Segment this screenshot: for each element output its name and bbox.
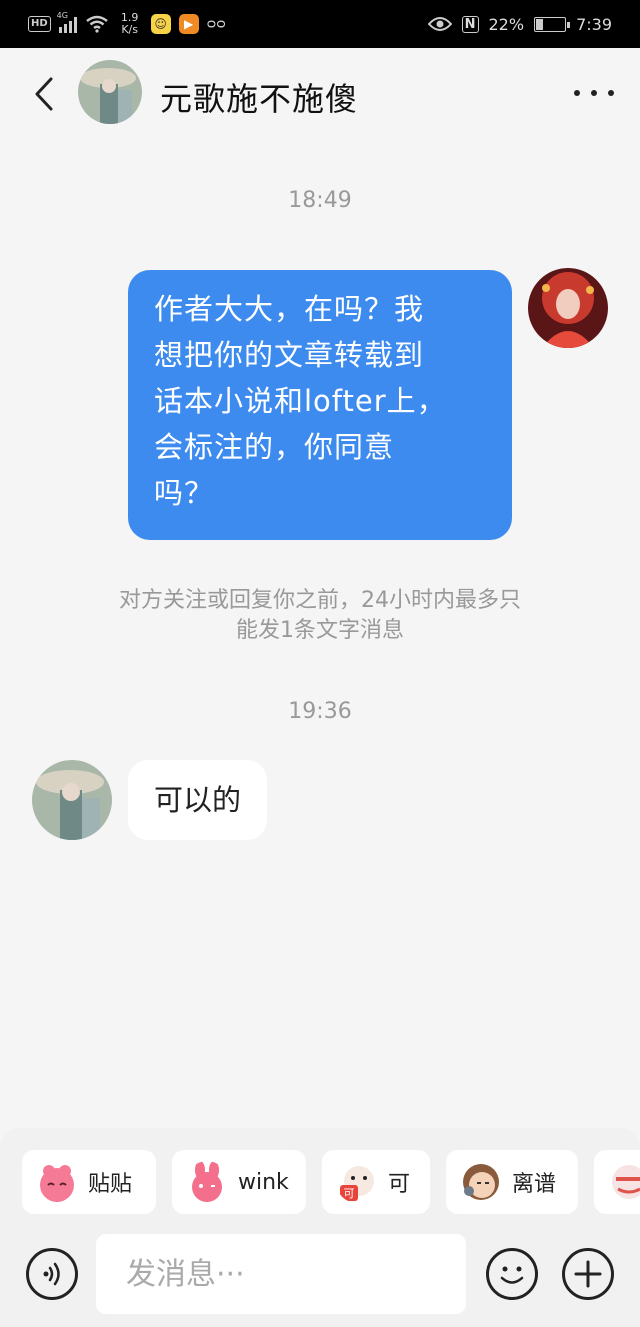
sticker-suggestions: 贴贴 wink 可 可 离谱 [22,1150,640,1216]
sticker-label: 离谱 [512,1172,557,1197]
back-button[interactable] [26,72,62,116]
svg-text:可: 可 [344,1187,355,1200]
message-line: 话本小说和lofter上， [154,384,447,418]
nfc-icon: N [461,15,479,33]
sticker-chip[interactable] [594,1150,640,1214]
dot [591,90,597,96]
red-bear-sticker-icon: 可 [340,1166,374,1201]
battery-icon [534,16,571,32]
sticker-chip[interactable]: wink [172,1150,306,1214]
chevron-left-icon [35,77,53,111]
emoji-button[interactable] [486,1248,538,1300]
system-notice-line: 对方关注或回复你之前，24小时内最多只 [119,588,521,613]
wifi-icon [85,15,108,33]
system-notice-line: 能发1条文字消息 [236,618,404,643]
app-notification-icon: ☺ [150,14,171,34]
message-line: 想把你的文章转载到 [154,338,425,372]
more-actions-button[interactable] [562,1248,614,1300]
voice-wave-icon [43,1262,60,1286]
status-bar: HD 4G 1.9 K/s ☺ ▶ ᴑᴑ N 22% 7:39 [0,0,640,48]
smiley-icon [500,1266,524,1284]
dot [608,90,614,96]
battery-percent: 22% [488,14,525,34]
sticker-label: 贴贴 [88,1172,133,1197]
system-notice: 对方关注或回复你之前，24小时内最多只 能发1条文字消息 [40,586,600,646]
battery-level [536,18,543,30]
message-line: 会标注的，你同意 [154,430,395,464]
incoming-message-bubble[interactable]: 可以的 [128,760,268,840]
girl-face-sticker-icon [463,1164,499,1200]
message-input[interactable] [96,1234,466,1314]
contact-message-avatar[interactable] [32,760,112,840]
voice-input-button[interactable] [26,1248,78,1300]
my-avatar[interactable] [528,268,608,348]
outgoing-message-bubble[interactable]: 作者大大，在吗？我 想把你的文章转载到 话本小说和lofter上， 会标注的，你… [128,270,512,540]
signal-icon: 4G [57,11,77,33]
net-speed: 1.9 K/s [117,12,143,36]
contact-avatar[interactable] [78,60,142,124]
message-timestamp: 18:49 [288,188,352,213]
chat-header: 元歌施不施傻 [0,48,640,140]
pink-bunny-sticker-icon [192,1161,222,1202]
sticker-chip[interactable]: 离谱 [446,1150,578,1214]
sticker-label: 可 [388,1172,411,1197]
sticker-chip[interactable]: 可 可 [322,1150,430,1214]
partial-sticker-icon [612,1165,640,1199]
video-app-icon: ▶ [178,14,199,34]
contact-name: 元歌施不施傻 [160,80,359,118]
hd-icon: HD [28,16,51,32]
sticker-label: wink [238,1169,289,1195]
message-line: 吗？ [154,476,215,510]
eye-icon [427,17,452,31]
message-timestamp: 19:36 [288,699,352,724]
message-line: 作者大大，在吗？我 [154,292,425,326]
more-options-button[interactable] [574,78,614,108]
pink-blob-sticker-icon [40,1165,74,1202]
clock: 7:39 [576,14,612,34]
network-type: 4G [56,11,68,20]
dot [574,90,580,96]
sticker-chip[interactable]: 贴贴 [22,1150,156,1214]
plus-icon [574,1260,602,1288]
voicemail-icon: ᴑᴑ [206,16,226,32]
speed-unit: K/s [121,23,138,36]
